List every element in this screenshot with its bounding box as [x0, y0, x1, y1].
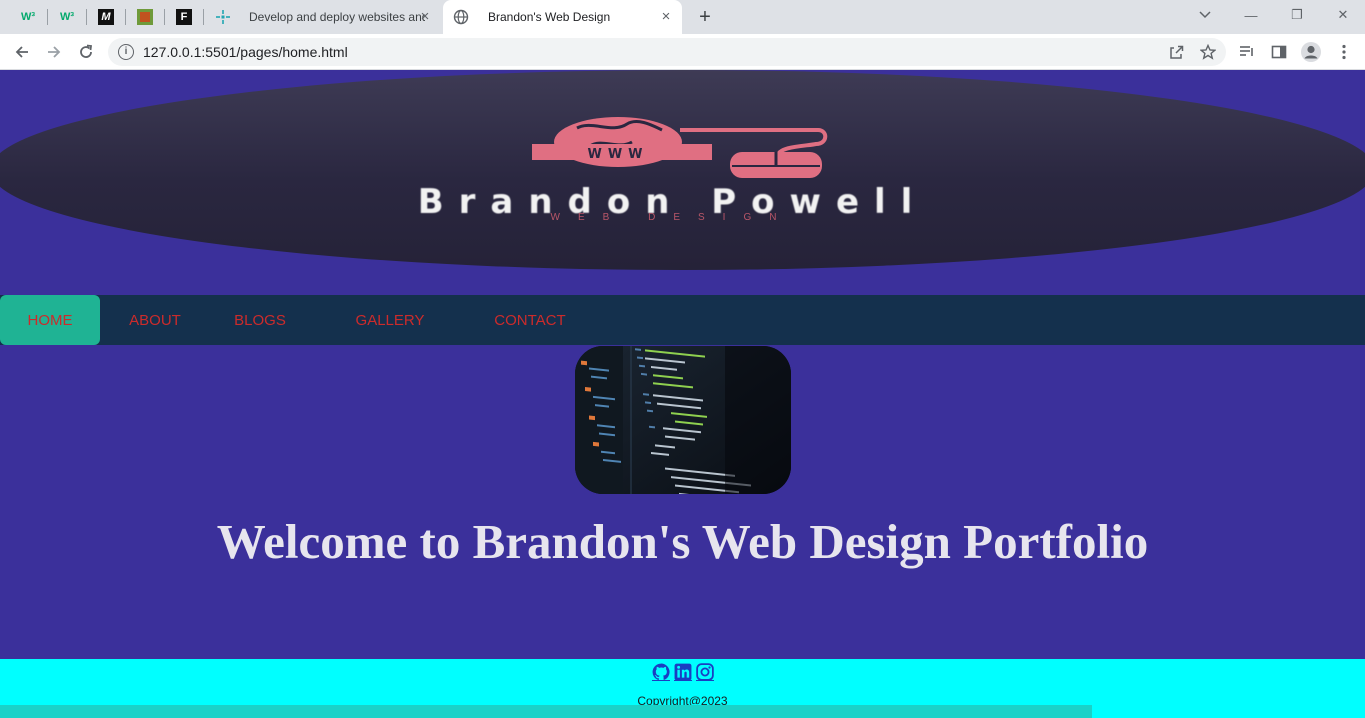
github-icon[interactable]	[652, 663, 670, 681]
logo-www-text: WWW	[587, 147, 648, 162]
square-app-icon	[137, 9, 153, 25]
address-bar[interactable]: i 127.0.0.1:5501/pages/home.html	[108, 38, 1226, 66]
social-links	[652, 662, 714, 682]
nav-gallery[interactable]: GALLERY	[330, 295, 450, 345]
linkedin-icon[interactable]	[674, 663, 692, 681]
share-icon[interactable]	[1166, 42, 1186, 62]
welcome-heading: Welcome to Brandon's Web Design Portfoli…	[216, 514, 1149, 569]
url-text[interactable]: 127.0.0.1:5501/pages/home.html	[143, 44, 348, 60]
tab-brandons-web-design[interactable]: Brandon's Web Design ×	[443, 0, 682, 34]
browser-menu-icon[interactable]	[1330, 38, 1358, 66]
w3schools-icon: W³	[20, 11, 36, 23]
pinned-tab-w3schools-2[interactable]: W³	[53, 5, 81, 29]
medium-icon: M	[98, 9, 114, 25]
main-nav: HOME ABOUT BLOGS GALLERY CONTACT	[0, 295, 1365, 345]
hero-code-image	[575, 346, 791, 494]
pinned-tab-figma-file[interactable]: F	[170, 5, 198, 29]
nav-about[interactable]: ABOUT	[110, 295, 200, 345]
arrow-left-icon	[15, 46, 28, 58]
pinned-tab-medium[interactable]: M	[92, 5, 120, 29]
horizontal-scrollbar[interactable]	[0, 705, 1092, 718]
forward-button[interactable]	[40, 38, 68, 66]
close-window-button[interactable]: ✕	[1320, 0, 1365, 30]
tab-search-icon[interactable]	[1182, 0, 1228, 30]
nav-contact[interactable]: CONTACT	[470, 295, 590, 345]
arrow-right-icon	[48, 46, 61, 58]
site-info-icon[interactable]: i	[118, 44, 134, 60]
nav-home[interactable]: HOME	[0, 295, 100, 345]
side-panel-icon[interactable]	[1265, 38, 1293, 66]
w3schools-icon: W³	[59, 11, 75, 23]
back-button[interactable]	[8, 38, 36, 66]
tab-netlify[interactable]: Develop and deploy websites and ×	[205, 0, 441, 34]
browser-toolbar: i 127.0.0.1:5501/pages/home.html	[0, 34, 1365, 70]
instagram-icon[interactable]	[696, 662, 714, 681]
tab-title: Develop and deploy websites and	[249, 10, 425, 24]
tab-title: Brandon's Web Design	[488, 10, 611, 24]
globe-icon	[453, 9, 469, 25]
logo-tagline: WEB DESIGN	[550, 212, 795, 223]
netlify-icon	[215, 9, 231, 25]
reload-icon	[80, 44, 93, 58]
bookmark-star-icon[interactable]	[1198, 42, 1218, 62]
new-tab-button[interactable]: +	[694, 6, 716, 28]
minimize-button[interactable]: —	[1228, 0, 1274, 30]
media-controls-icon[interactable]	[1233, 38, 1261, 66]
pinned-tab-app[interactable]	[131, 5, 159, 29]
close-tab-icon[interactable]: ×	[658, 9, 674, 25]
profile-avatar-icon[interactable]	[1297, 38, 1325, 66]
tab-strip: W³ W³ M F Develop and deploy websites an…	[0, 0, 1365, 34]
restore-button[interactable]: ❐	[1274, 0, 1320, 30]
nav-blogs[interactable]: BLOGS	[215, 295, 305, 345]
reload-button[interactable]	[72, 38, 100, 66]
pinned-tab-w3schools-1[interactable]: W³	[14, 5, 42, 29]
close-tab-icon[interactable]: ×	[417, 9, 433, 25]
globe-mouse-logo-icon: WWW	[532, 117, 828, 178]
site-header: WWW Brandon Powell WEB DESIGN	[0, 70, 1365, 270]
figma-file-icon: F	[176, 9, 192, 25]
